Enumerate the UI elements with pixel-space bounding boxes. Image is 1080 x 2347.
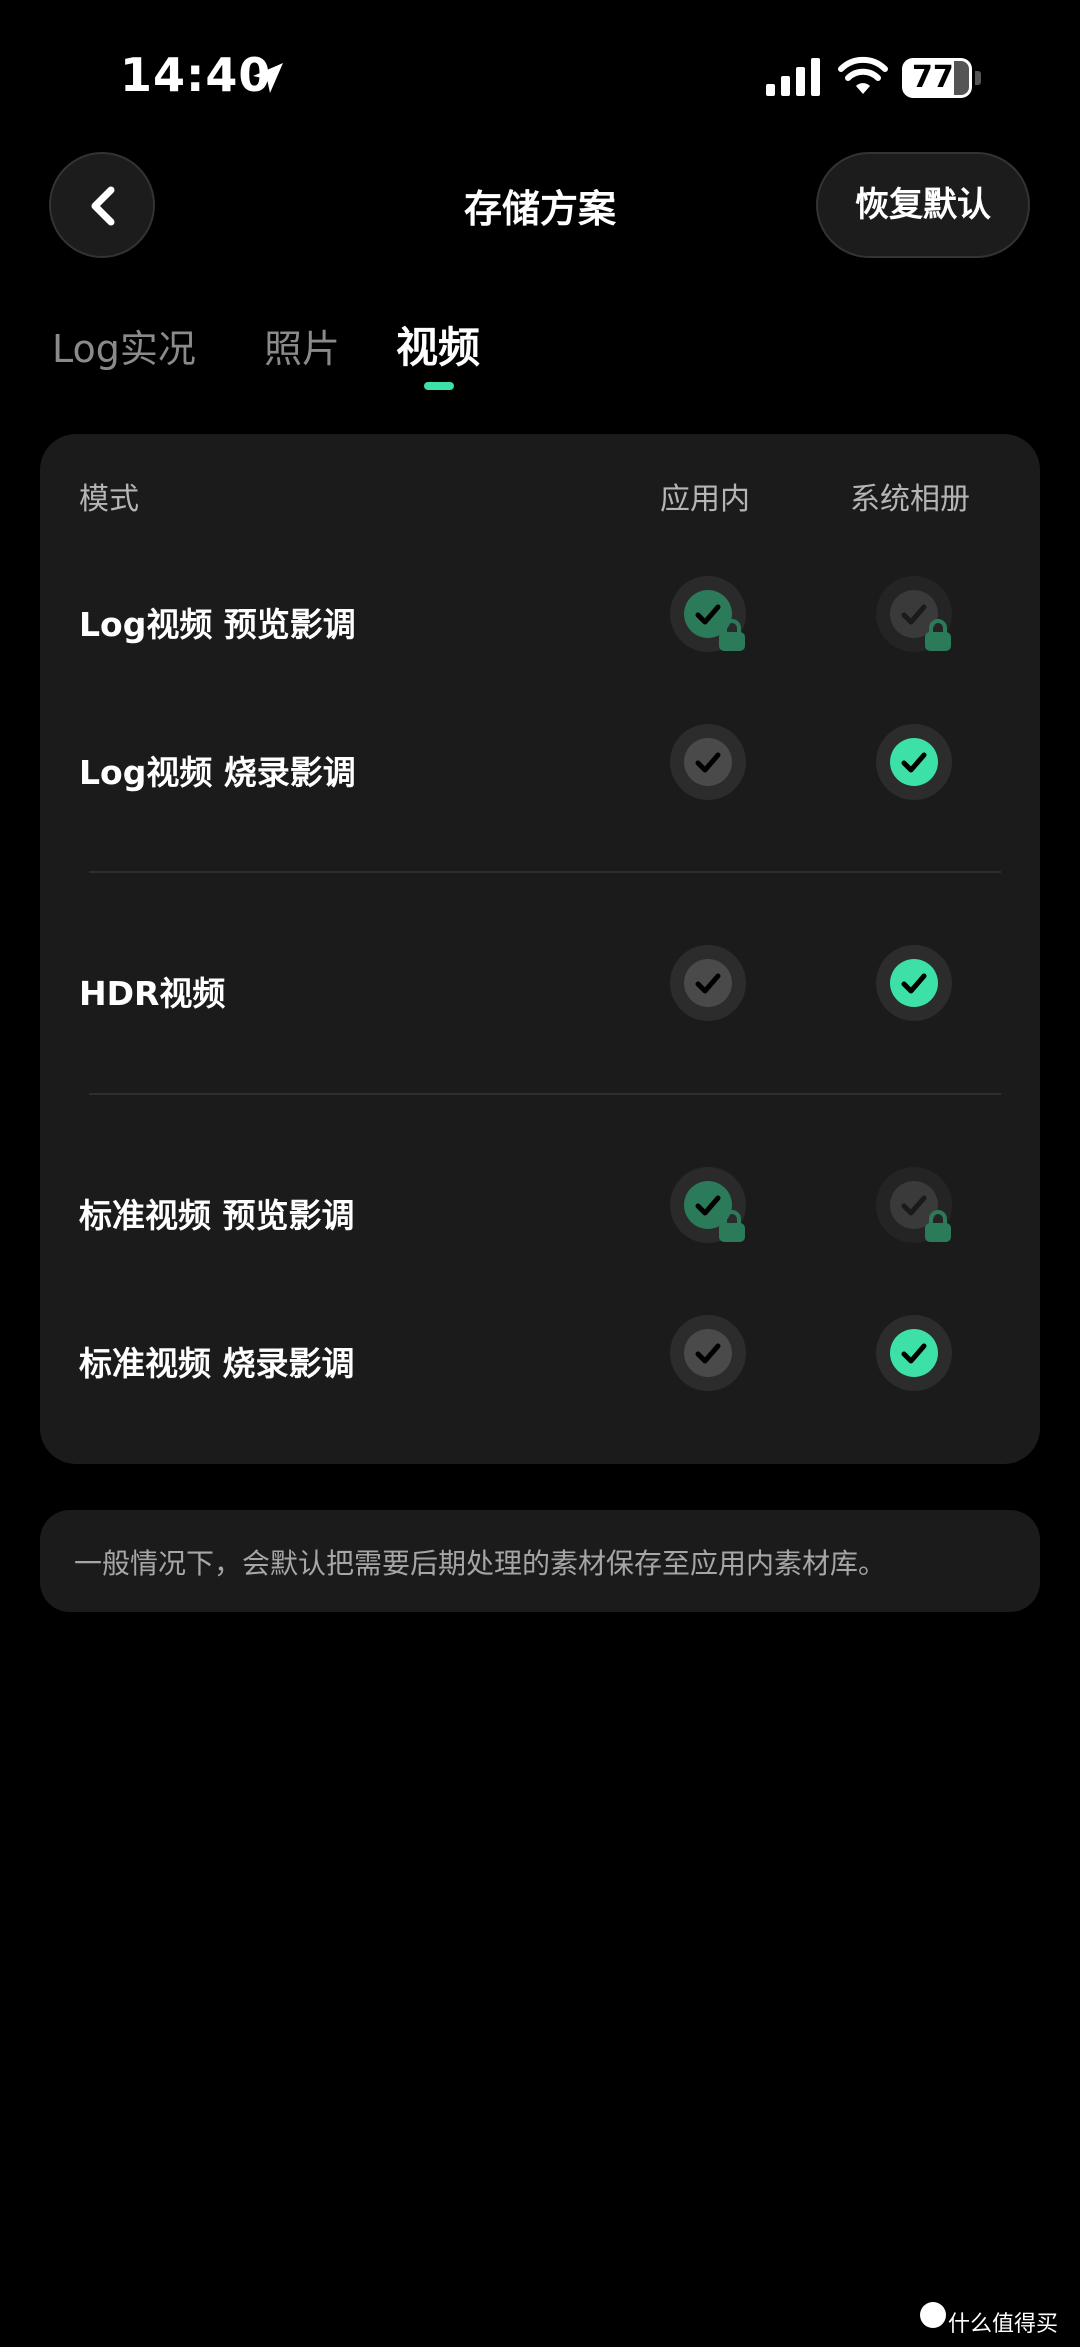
restore-default-button[interactable]: 恢复默认: [816, 152, 1030, 258]
checkmark-icon: [695, 1343, 721, 1364]
in-app-checkbox[interactable]: [670, 1167, 746, 1243]
status-time: 14:40: [120, 48, 272, 102]
system-album-checkbox[interactable]: [876, 576, 952, 652]
info-note: 一般情况下，会默认把需要后期处理的素材保存至应用内素材库。: [40, 1510, 1040, 1612]
wifi-icon: [838, 56, 888, 94]
checkmark-icon: [901, 1343, 927, 1364]
system-album-checkbox[interactable]: [876, 1315, 952, 1391]
lock-icon: [719, 619, 745, 651]
column-header-mode: 模式: [79, 482, 139, 517]
system-album-checkbox[interactable]: [876, 1167, 952, 1243]
table-row: Log视频 烧录影调: [40, 708, 1040, 828]
storage-options-card: 模式 应用内 系统相册 Log视频 预览影调 Log视频 烧录影调 HDR视频 …: [40, 434, 1040, 1464]
column-header-system-album: 系统相册: [850, 482, 970, 517]
in-app-checkbox[interactable]: [670, 724, 746, 800]
row-label: Log视频 烧录影调: [79, 753, 356, 792]
in-app-checkbox[interactable]: [670, 1315, 746, 1391]
battery-level: 77: [912, 60, 954, 95]
table-row: Log视频 预览影调: [40, 560, 1040, 680]
system-album-checkbox[interactable]: [876, 945, 952, 1021]
row-label: 标准视频 烧录影调: [79, 1344, 355, 1383]
in-app-checkbox[interactable]: [670, 576, 746, 652]
battery-icon: 77: [902, 58, 984, 98]
divider: [89, 871, 1001, 873]
watermark-text: 什么值得买: [948, 2312, 1059, 2337]
row-label: HDR视频: [79, 974, 226, 1013]
tab-log-live[interactable]: Log实况: [52, 318, 196, 373]
checkmark-icon: [901, 973, 927, 994]
watermark-logo-icon: [920, 2302, 946, 2328]
tab-bar: Log实况 照片 视频: [0, 300, 1080, 400]
note-text: 一般情况下，会默认把需要后期处理的素材保存至应用内素材库。: [74, 1547, 887, 1580]
tab-photo[interactable]: 照片: [264, 318, 340, 373]
row-label: 标准视频 预览影调: [79, 1196, 355, 1235]
table-row: 标准视频 预览影调: [40, 1151, 1040, 1271]
active-tab-indicator: [424, 382, 454, 390]
divider: [89, 1093, 1001, 1095]
table-row: HDR视频: [40, 929, 1040, 1049]
checkmark-icon: [901, 752, 927, 773]
system-album-checkbox[interactable]: [876, 724, 952, 800]
in-app-checkbox[interactable]: [670, 945, 746, 1021]
row-label: Log视频 预览影调: [79, 605, 356, 644]
tab-video[interactable]: 视频: [396, 314, 480, 375]
checkmark-icon: [695, 973, 721, 994]
lock-icon: [719, 1210, 745, 1242]
status-bar: 14:40 77: [0, 0, 1080, 150]
lock-icon: [925, 1210, 951, 1242]
column-header-in-app: 应用内: [660, 482, 750, 517]
cellular-signal-icon: [766, 58, 820, 96]
checkmark-icon: [695, 752, 721, 773]
lock-icon: [925, 619, 951, 651]
location-arrow-icon: [253, 63, 283, 93]
table-row: 标准视频 烧录影调: [40, 1299, 1040, 1419]
